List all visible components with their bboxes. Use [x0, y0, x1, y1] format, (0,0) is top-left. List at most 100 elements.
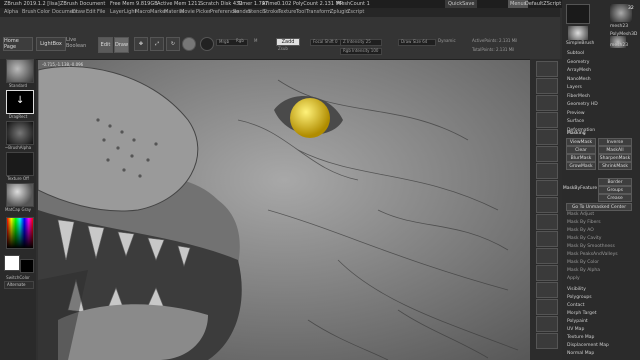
draw-size-slider[interactable]: Draw Size 64	[398, 39, 436, 46]
menu-zscript[interactable]: Zscript	[347, 8, 364, 17]
texture-thumbnail[interactable]	[6, 152, 34, 176]
shelf-spix-3-button[interactable]	[536, 78, 558, 94]
section-texture-map[interactable]: Texture Map	[567, 335, 594, 340]
zadd-button[interactable]: Zadd	[276, 38, 300, 46]
section-displacement-map[interactable]: Displacement Map	[567, 343, 609, 348]
section-subtool[interactable]: Subtool	[567, 51, 584, 56]
alpha-thumbnail[interactable]	[6, 121, 34, 145]
shelf-move-button[interactable]	[536, 231, 558, 247]
z-intensity-slider[interactable]: Z Intensity 25	[340, 39, 382, 46]
rotate-button[interactable]: ↻	[166, 37, 180, 51]
mask-item[interactable]: Mask By AO	[567, 228, 594, 233]
tool-thumb-1[interactable]	[566, 4, 590, 24]
blur-mask-button[interactable]: BlurMask	[566, 154, 596, 162]
menu-layer[interactable]: Layer	[110, 8, 124, 17]
grow-mask-button[interactable]: GrowMask	[566, 162, 596, 170]
inverse-button[interactable]: Inverse	[598, 138, 632, 146]
tool-thumb-3[interactable]	[568, 26, 588, 40]
home-page-button[interactable]: Home Page	[3, 37, 33, 51]
section-layers[interactable]: Layers	[567, 85, 582, 90]
shelf-xpose-button[interactable]	[536, 333, 558, 349]
mask-item[interactable]: Mask By Fibers	[567, 220, 601, 225]
shelf-transp-button[interactable]	[536, 299, 558, 315]
m-toggle[interactable]: M	[252, 38, 264, 44]
switch-color-label[interactable]: SwitchColor	[0, 275, 36, 280]
menu-file[interactable]: File	[97, 8, 105, 17]
section-preview[interactable]: Preview	[567, 111, 585, 116]
draw-button[interactable]: Draw	[114, 37, 129, 53]
color-picker[interactable]	[6, 217, 34, 249]
section-normal-map[interactable]: Normal Map	[567, 351, 594, 356]
menu-texture[interactable]: Texture	[278, 8, 296, 17]
section-visibility[interactable]: Visibility	[567, 287, 586, 292]
section-geometry[interactable]: Geometry	[567, 60, 589, 65]
menu-brush[interactable]: Brush	[22, 8, 36, 17]
material-thumbnail[interactable]	[6, 183, 34, 207]
shelf-scroll-button[interactable]	[536, 95, 558, 111]
shelf-bpr-button[interactable]	[536, 61, 558, 77]
shrink-mask-button[interactable]: ShrinkMask	[598, 162, 632, 170]
shelf-persp-button[interactable]	[536, 163, 558, 179]
mask-all-button[interactable]: MaskAll	[598, 146, 632, 154]
shelf-zoom-button[interactable]	[536, 112, 558, 128]
color-switch-button[interactable]	[200, 37, 214, 51]
section-nanomesh[interactable]: NanoMesh	[567, 77, 591, 82]
secondary-color-swatch[interactable]	[20, 259, 34, 273]
mask-by-feature-button[interactable]: MaskByFeature	[563, 184, 597, 192]
default-zscript[interactable]: DefaultZScript	[525, 0, 561, 8]
mask-item[interactable]: Apply	[567, 276, 580, 281]
shelf-actual-button[interactable]	[536, 129, 558, 145]
menu-draw[interactable]: Draw	[72, 8, 85, 17]
mask-item[interactable]: Mask Adjust	[567, 212, 594, 217]
border-button[interactable]: Border	[598, 178, 632, 186]
shelf-zoomd-button[interactable]	[536, 248, 558, 264]
scale-button[interactable]: ⤢	[150, 37, 164, 51]
section-morph-target[interactable]: Morph Target	[567, 311, 597, 316]
section-polypaint[interactable]: Polypaint	[567, 319, 588, 324]
move-button[interactable]: ✥	[134, 37, 148, 51]
clear-button[interactable]: Clear	[566, 146, 596, 154]
focal-shift-slider[interactable]: Focal Shift 0	[310, 39, 342, 46]
alternate-button[interactable]: Alternate	[4, 281, 34, 289]
menu-macro[interactable]: Macro	[135, 8, 150, 17]
shelf-local-button[interactable]	[536, 197, 558, 213]
section-surface[interactable]: Surface	[567, 119, 584, 124]
menu-picker[interactable]: Picker	[196, 8, 211, 17]
shelf-aahalf-button[interactable]	[536, 146, 558, 162]
rgb-toggle[interactable]: Rgb	[234, 38, 254, 44]
mask-item[interactable]: Mask By Alpha	[567, 268, 600, 273]
edit-button[interactable]: Edit	[98, 37, 113, 53]
mask-item[interactable]: Mask PeaksAndValleys	[567, 252, 618, 257]
zsub-button[interactable]: Zsub	[276, 46, 296, 52]
section-geometry-hd[interactable]: Geometry HD	[567, 102, 598, 107]
shelf-rotate-button[interactable]	[536, 265, 558, 281]
dynamic-toggle[interactable]: Dynamic	[436, 38, 460, 44]
rgb-intensity-slider[interactable]: Rgb Intensity 100	[340, 48, 382, 55]
section-contact[interactable]: Contact	[567, 303, 585, 308]
menu-color[interactable]: Color	[37, 8, 50, 17]
quicksave-button[interactable]: QuickSave	[445, 0, 478, 8]
mask-item[interactable]: Mask By Cavity	[567, 236, 601, 241]
section-polygroups[interactable]: Polygroups	[567, 295, 592, 300]
shelf-frame-button[interactable]	[536, 214, 558, 230]
menu-edit[interactable]: Edit	[86, 8, 96, 17]
menu-movie[interactable]: Movie	[180, 8, 195, 17]
material-sphere-button[interactable]	[182, 37, 196, 51]
menu-stroke[interactable]: Stroke	[263, 8, 279, 17]
live-boolean-button[interactable]: Live Boolean	[66, 37, 96, 49]
document-canvas[interactable]: -0.715,-1.138,-0.096	[38, 60, 530, 360]
shelf-solo-button[interactable]	[536, 316, 558, 332]
mask-item[interactable]: Mask By Smoothness	[567, 244, 615, 249]
section-arraymesh[interactable]: ArrayMesh	[567, 68, 591, 73]
sharpen-mask-button[interactable]: SharpenMask	[598, 154, 632, 162]
section-fibermesh[interactable]: FiberMesh	[567, 94, 590, 99]
groups-button[interactable]: Groups	[598, 186, 632, 194]
masking-title[interactable]: Masking	[567, 131, 586, 136]
shelf-polyf-button[interactable]	[536, 282, 558, 298]
crease-button[interactable]: Crease	[598, 194, 632, 202]
section-uv-map[interactable]: UV Map	[567, 327, 584, 332]
view-mask-button[interactable]: ViewMask	[566, 138, 596, 146]
menu-tool[interactable]: Tool	[296, 8, 306, 17]
stroke-thumbnail[interactable]: ↓	[6, 90, 34, 114]
menu-alpha[interactable]: Alpha	[4, 8, 18, 17]
